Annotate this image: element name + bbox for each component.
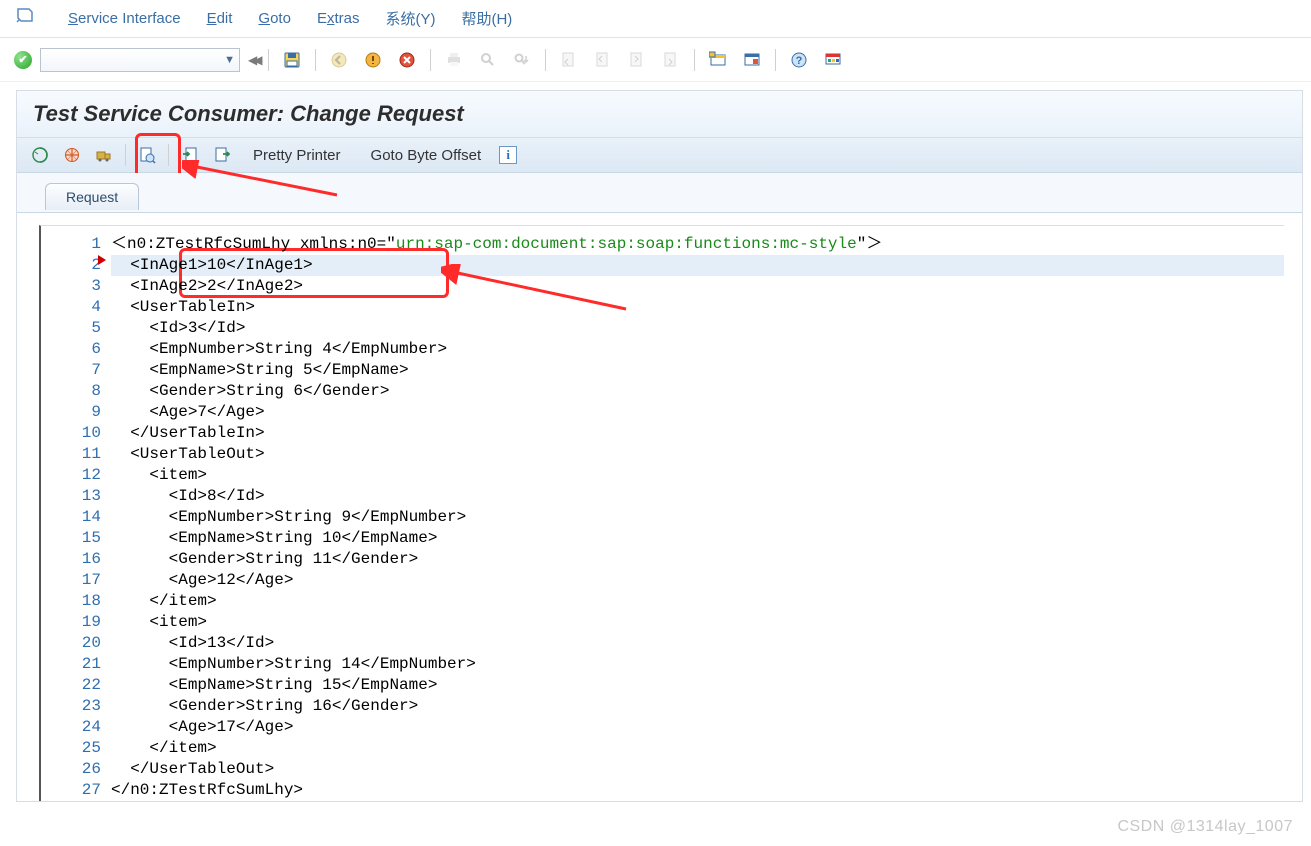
next-page-icon — [624, 49, 650, 71]
code-line[interactable]: <Age>12</Age> — [111, 570, 1284, 591]
code-line[interactable]: <EmpNumber>String 9</EmpNumber> — [111, 507, 1284, 528]
menu-service-interface[interactable]: Service Interface — [68, 10, 181, 27]
line-gutter: 1234567891011121314151617181920212223242… — [41, 234, 111, 801]
page-area: Test Service Consumer: Change Request — [0, 82, 1311, 802]
pretty-printer-button[interactable]: Pretty Printer — [253, 147, 341, 164]
ok-icon[interactable]: ✔ — [14, 51, 32, 69]
code-column[interactable]: ＜n0:ZTestRfcSumLhy xmlns:n0=″urn:sap-com… — [111, 234, 1284, 801]
code-line[interactable]: </item> — [111, 738, 1284, 759]
xml-editor[interactable]: 1234567891011121314151617181920212223242… — [39, 225, 1284, 801]
prev-page-icon — [590, 49, 616, 71]
code-line[interactable]: <EmpName>String 5</EmpName> — [111, 360, 1284, 381]
menu-extras[interactable]: Extras — [317, 10, 360, 27]
tab-strip: Request — [17, 173, 1302, 213]
transport-icon[interactable] — [91, 144, 117, 166]
code-line[interactable]: <UserTableIn> — [111, 297, 1284, 318]
goto-byte-offset-button[interactable]: Goto Byte Offset — [371, 147, 482, 164]
cancel-icon[interactable] — [394, 49, 420, 71]
editor-wrap: 1234567891011121314151617181920212223242… — [17, 213, 1302, 801]
code-line[interactable]: <Id>13</Id> — [111, 633, 1284, 654]
main-toolbar: ✔ ▼ ◀◀ ? — [0, 38, 1311, 82]
display-toggle-icon[interactable] — [134, 144, 160, 166]
toolbar-separator — [268, 49, 269, 71]
help-icon[interactable]: ? — [786, 49, 812, 71]
menu-system[interactable]: 系统(Y) — [385, 8, 435, 29]
command-field[interactable]: ▼ — [40, 48, 240, 72]
export-icon[interactable] — [209, 144, 235, 166]
code-line[interactable]: </n0:ZTestRfcSumLhy> — [111, 780, 1284, 801]
code-line[interactable]: <EmpNumber>String 14</EmpNumber> — [111, 654, 1284, 675]
code-line[interactable]: <item> — [111, 465, 1284, 486]
sub-toolbar: Pretty Printer Goto Byte Offset i — [17, 138, 1302, 173]
app-icon — [14, 7, 34, 30]
layout-icon[interactable] — [739, 49, 765, 71]
customize-icon[interactable] — [820, 49, 846, 71]
code-line[interactable]: </item> — [111, 591, 1284, 612]
find-next-icon — [509, 49, 535, 71]
code-line[interactable]: <Id>3</Id> — [111, 318, 1284, 339]
menu-bar: Service Interface Edit Goto Extras 系统(Y)… — [0, 0, 1311, 38]
first-page-icon — [556, 49, 582, 71]
execute-icon[interactable] — [27, 144, 53, 166]
page-frame: Test Service Consumer: Change Request — [16, 90, 1303, 802]
code-line[interactable]: ＜n0:ZTestRfcSumLhy xmlns:n0=″urn:sap-com… — [111, 234, 1284, 255]
code-line[interactable]: </UserTableIn> — [111, 423, 1284, 444]
code-line[interactable]: <Age>7</Age> — [111, 402, 1284, 423]
code-line[interactable]: <InAge2>2</InAge2> — [111, 276, 1284, 297]
code-line[interactable]: <Age>17</Age> — [111, 717, 1284, 738]
exit-icon[interactable] — [360, 49, 386, 71]
code-line[interactable]: <EmpName>String 15</EmpName> — [111, 675, 1284, 696]
new-session-icon[interactable] — [705, 49, 731, 71]
rewind-icon[interactable]: ◀◀ — [248, 53, 258, 67]
svg-text:?: ? — [796, 55, 803, 67]
info-icon[interactable]: i — [499, 146, 517, 164]
code-line[interactable]: <Gender>String 16</Gender> — [111, 696, 1284, 717]
code-line[interactable]: <EmpName>String 10</EmpName> — [111, 528, 1284, 549]
code-line[interactable]: </UserTableOut> — [111, 759, 1284, 780]
code-line[interactable]: <Gender>String 6</Gender> — [111, 381, 1284, 402]
line-cursor-icon — [98, 255, 106, 265]
print-icon — [441, 49, 467, 71]
last-page-icon — [658, 49, 684, 71]
back-icon[interactable] — [326, 49, 352, 71]
menu-help[interactable]: 帮助(H) — [461, 8, 512, 29]
menu-goto[interactable]: Goto — [258, 10, 291, 27]
find-icon — [475, 49, 501, 71]
code-line[interactable]: <EmpNumber>String 4</EmpNumber> — [111, 339, 1284, 360]
tab-request[interactable]: Request — [45, 183, 139, 210]
import-icon[interactable] — [177, 144, 203, 166]
menu-edit[interactable]: Edit — [207, 10, 233, 27]
page-title: Test Service Consumer: Change Request — [17, 91, 1302, 138]
code-line[interactable]: <item> — [111, 612, 1284, 633]
code-line[interactable]: <UserTableOut> — [111, 444, 1284, 465]
code-line[interactable]: <Gender>String 11</Gender> — [111, 549, 1284, 570]
code-line[interactable]: <Id>8</Id> — [111, 486, 1284, 507]
watermark: CSDN @1314lay_1007 — [1117, 818, 1293, 836]
ball-icon[interactable] — [59, 144, 85, 166]
save-icon[interactable] — [279, 49, 305, 71]
